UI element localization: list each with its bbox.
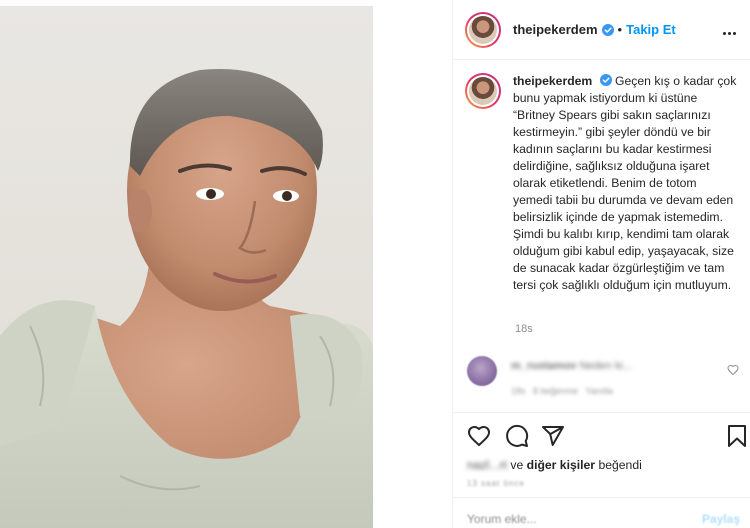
avatar-image [469,77,497,105]
portrait-image [0,68,373,528]
likes-connector: ve [510,458,524,472]
post-photo-panel [0,0,452,528]
more-options-icon[interactable] [723,22,741,38]
caption-avatar-wrap [465,73,501,294]
caption-username[interactable]: theipekerdem [513,74,592,88]
follow-button[interactable]: Takip Et [626,22,676,37]
caption-timestamp: 18s [515,323,533,335]
heart-icon[interactable] [467,424,491,448]
likes-summary: nazl...rt ve diğer kişiler beğendi [467,458,642,472]
other-likers-link[interactable]: diğer kişiler [527,458,595,472]
caption-block: theipekerdem Geçen kış o kadar çok bunu … [453,73,750,294]
header-username[interactable]: theipekerdem [513,22,598,37]
avatar-ring [467,13,499,46]
avatar-image [469,15,497,44]
caption-avatar[interactable] [465,73,501,109]
comment-avatar[interactable] [467,356,497,386]
divider [453,497,750,498]
post-header: theipekerdem • Takip Et [453,0,750,60]
post-comment-button[interactable]: Paylaş [702,512,740,526]
verified-badge-icon [601,23,614,36]
comment-likes[interactable]: 8 beğenme [533,386,578,396]
header-separator: • [617,22,623,37]
divider [453,412,750,413]
action-bar [453,418,750,454]
more-dot [723,32,726,35]
post-photo[interactable] [0,6,373,528]
comment-reply-link[interactable]: Yanıtla [585,386,612,396]
verified-badge-icon [599,74,612,86]
post-side-panel: theipekerdem • Takip Et theipekerdem Geç… [452,0,750,528]
comment-meta: 18s 8 beğenme Yanıtla [511,386,613,396]
caption-text: Geçen kış o kadar çok bunu yapmak istiyo… [513,74,737,292]
post-date: 13 saat önce [467,479,525,488]
comment-time: 18s [511,386,526,396]
comment-bubble-icon[interactable] [505,424,529,448]
avatar[interactable] [465,11,501,48]
first-liker-username[interactable]: nazl...rt [467,458,507,472]
more-dot [728,32,731,35]
avatar-ring [467,75,499,107]
comment-item: m_rustamov Neden ki... 18s 8 beğenme Yan… [467,356,747,404]
post-caption: theipekerdem Geçen kış o kadar çok bunu … [513,73,739,294]
bookmark-icon[interactable] [725,424,749,448]
more-dot [733,32,736,35]
paper-plane-icon[interactable] [541,424,565,448]
comment-text: Neden ki... [579,360,633,372]
comment-username[interactable]: m_rustamov [511,360,576,372]
comment-heart-icon[interactable] [727,364,739,376]
comment-line: m_rustamov Neden ki... [511,360,632,372]
likes-suffix: beğendi [598,458,642,472]
add-comment-input[interactable]: Yorum ekle... [467,512,537,526]
